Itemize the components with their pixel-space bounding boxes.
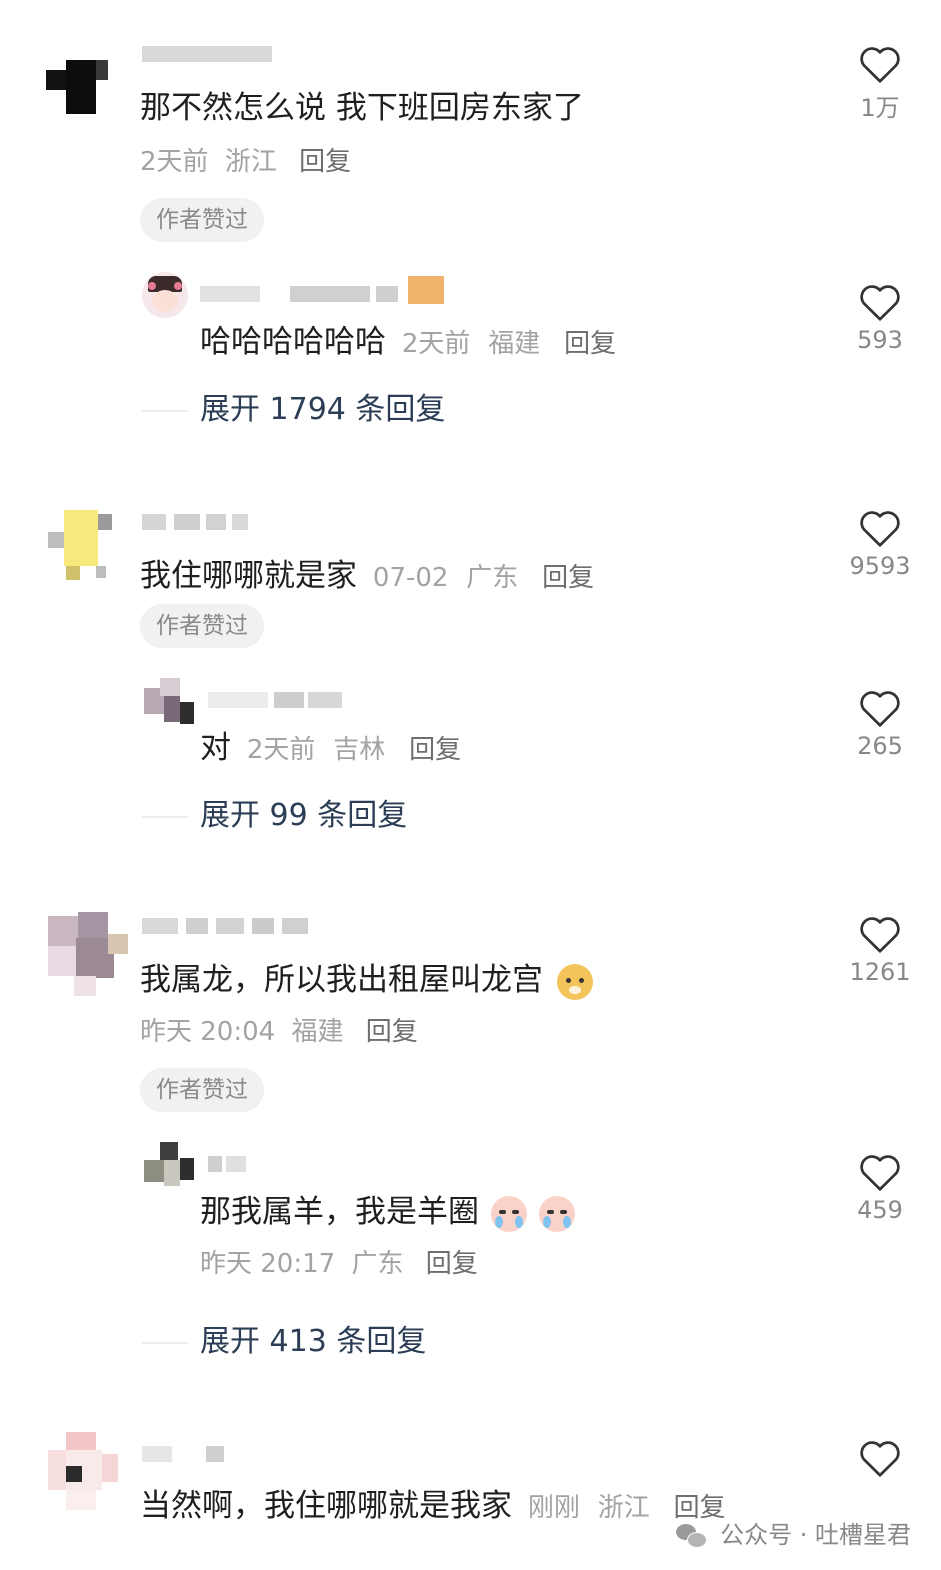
reply-time: 2天前 — [246, 735, 316, 765]
expand-divider — [142, 410, 188, 412]
like-count: 1万 — [860, 94, 900, 122]
heart-outline-icon — [860, 917, 900, 953]
reply-like-button[interactable]: 593 — [845, 282, 915, 354]
reply-location: 福建 — [488, 329, 541, 359]
reply-button[interactable]: 回复 — [542, 563, 594, 593]
author-liked-badge: 作者赞过 — [140, 604, 264, 648]
avatar[interactable] — [48, 510, 118, 580]
reply-text-line: 对 2天前 吉林 回复 — [200, 728, 461, 770]
reply-like-button[interactable]: 265 — [845, 688, 915, 760]
expand-replies-button[interactable]: 展开 99 条回复 — [200, 796, 407, 836]
heart-outline-icon — [860, 691, 900, 727]
heart-outline-icon — [860, 511, 900, 547]
author-liked-badge: 作者赞过 — [140, 198, 264, 242]
reply-text-line: 哈哈哈哈哈哈 2天前 福建 回复 — [200, 322, 616, 364]
avatar[interactable] — [48, 912, 128, 996]
reply-button[interactable]: 回复 — [564, 329, 616, 359]
reply-button[interactable]: 回复 — [299, 147, 351, 177]
crying-emoji-icon — [538, 1195, 575, 1232]
reply-button[interactable]: 回复 — [409, 735, 461, 765]
reply-location: 广东 — [351, 1249, 404, 1279]
comment-location: 浙江 — [224, 147, 277, 177]
avatar[interactable] — [48, 1432, 118, 1510]
reply-username-blurred[interactable] — [208, 1156, 248, 1174]
comment-text: 我住哪哪就是家 — [140, 558, 357, 594]
comment-text: 那不然怎么说 我下班回房东家了 — [140, 90, 584, 126]
reply-button[interactable]: 回复 — [426, 1249, 478, 1279]
wechat-icon — [676, 1524, 708, 1548]
comment-time: 刚刚 — [527, 1493, 580, 1523]
reply-text: 哈哈哈哈哈哈 — [200, 324, 386, 360]
reply-location: 吉林 — [333, 735, 386, 765]
expand-divider — [142, 1342, 188, 1344]
watermark: 公众号 · 吐槽星君 — [676, 1515, 911, 1550]
reply-like-button[interactable]: 459 — [845, 1152, 915, 1224]
reply-avatar[interactable] — [142, 272, 188, 318]
reply-avatar[interactable] — [144, 678, 194, 724]
reply-text: 对 — [200, 730, 231, 766]
reply-like-count: 459 — [857, 1196, 903, 1224]
comment-time: 昨天 20:04 — [140, 1017, 276, 1047]
heart-outline-icon — [860, 285, 900, 321]
expand-replies-button[interactable]: 展开 1794 条回复 — [200, 390, 445, 430]
heart-outline-icon — [860, 1155, 900, 1191]
reply-username-blurred[interactable] — [208, 692, 348, 710]
like-count: 1261 — [849, 958, 911, 986]
expand-divider — [142, 816, 188, 818]
reply-time: 2天前 — [401, 329, 471, 359]
comment-location: 广东 — [466, 563, 519, 593]
username-blurred[interactable] — [142, 514, 252, 532]
comment-text: 我属龙，所以我出租屋叫龙宫 — [140, 962, 543, 998]
like-button[interactable] — [845, 1438, 915, 1478]
like-count: 9593 — [849, 552, 911, 580]
heart-outline-icon — [860, 47, 900, 83]
avatar[interactable] — [38, 60, 118, 114]
comment-location: 福建 — [291, 1017, 344, 1047]
comment-text-line: 我属龙，所以我出租屋叫龙宫 — [140, 960, 593, 1000]
crying-emoji-icon — [490, 1195, 527, 1232]
reply-time: 昨天 20:17 — [200, 1249, 336, 1279]
comment-time: 2天前 — [140, 147, 209, 177]
comment-text: 当然啊，我住哪哪就是我家 — [140, 1488, 512, 1524]
comment-time: 07-02 — [372, 563, 449, 593]
reply-username-blurred[interactable] — [200, 276, 450, 304]
heart-outline-icon — [860, 1441, 900, 1477]
watermark-text: 公众号 · 吐槽星君 — [720, 1521, 911, 1549]
comment-location: 浙江 — [597, 1493, 650, 1523]
like-button[interactable]: 1万 — [845, 44, 915, 123]
author-liked-badge: 作者赞过 — [140, 1068, 264, 1112]
comment-text-line: 我住哪哪就是家 07-02 广东 回复 — [140, 556, 594, 598]
dog-emoji-icon — [556, 963, 593, 1000]
reply-text-line: 那我属羊，我是羊圈 — [200, 1192, 575, 1232]
like-button[interactable]: 1261 — [845, 914, 915, 986]
reply-text: 那我属羊，我是羊圈 — [200, 1194, 479, 1230]
username-blurred[interactable] — [142, 1446, 232, 1464]
comment-text-line: 当然啊，我住哪哪就是我家 刚刚 浙江 回复 — [140, 1486, 726, 1528]
reply-like-count: 593 — [857, 326, 903, 354]
reply-avatar[interactable] — [144, 1142, 194, 1188]
username-blurred[interactable] — [142, 46, 282, 64]
reply-like-count: 265 — [857, 732, 903, 760]
like-button[interactable]: 9593 — [845, 508, 915, 580]
expand-replies-button[interactable]: 展开 413 条回复 — [200, 1322, 426, 1362]
username-blurred[interactable] — [142, 918, 312, 936]
reply-button[interactable]: 回复 — [366, 1017, 418, 1047]
